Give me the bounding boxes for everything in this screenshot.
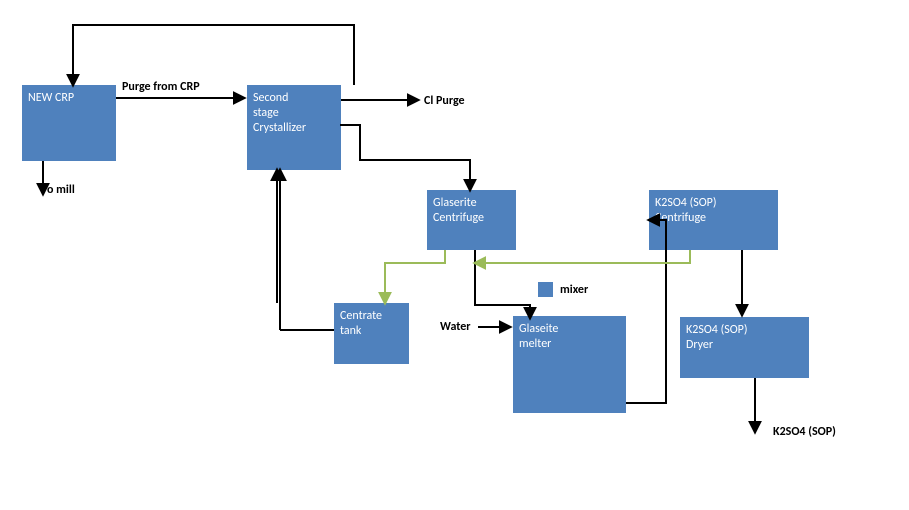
box-sop-centrifuge: K2SO4 (SOP) Centrifuge [649,190,778,250]
box-crystallizer-l1: Second [253,91,288,105]
box-glaseite-melter-l2: melter [519,337,551,351]
box-crystallizer: Second stage Crystallizer [247,85,341,170]
box-glaserite-centrifuge-l1: Glaserite [433,196,477,210]
box-crystallizer-l3: Crystallizer [253,121,306,135]
box-glaseite-melter-l1: Glaseite [519,322,558,336]
box-mixer [538,282,553,297]
box-crystallizer-l2: stage [253,106,279,120]
box-centrate-tank-l1: Centrate [340,309,382,323]
box-sop-dryer: K2SO4 (SOP) Dryer [680,317,809,378]
box-sop-centrifuge-l2: Centrifuge [655,211,706,225]
box-glaseite-melter: Glaseite melter [513,316,626,413]
box-sop-dryer-l1: K2SO4 (SOP) [686,323,748,337]
box-sop-dryer-l2: Dryer [686,338,713,352]
label-mixer: mixer [560,283,588,297]
label-cl-purge: Cl Purge [424,94,465,108]
box-centrate-tank: Centrate tank [334,303,409,364]
label-purge-from-crp: Purge from CRP [122,80,200,94]
box-sop-centrifuge-l1: K2SO4 (SOP) [655,196,717,210]
box-new-crp-label: NEW CRP [28,91,74,105]
label-k2so4-sop: K2SO4 (SOP) [773,425,836,439]
box-new-crp: NEW CRP [22,85,116,161]
box-glaserite-centrifuge-l2: Centrifuge [433,211,484,225]
label-water: Water [440,320,471,334]
box-centrate-tank-l2: tank [340,324,361,338]
box-glaserite-centrifuge: Glaserite Centrifuge [427,190,516,250]
label-to-mill: o mill [47,183,75,197]
